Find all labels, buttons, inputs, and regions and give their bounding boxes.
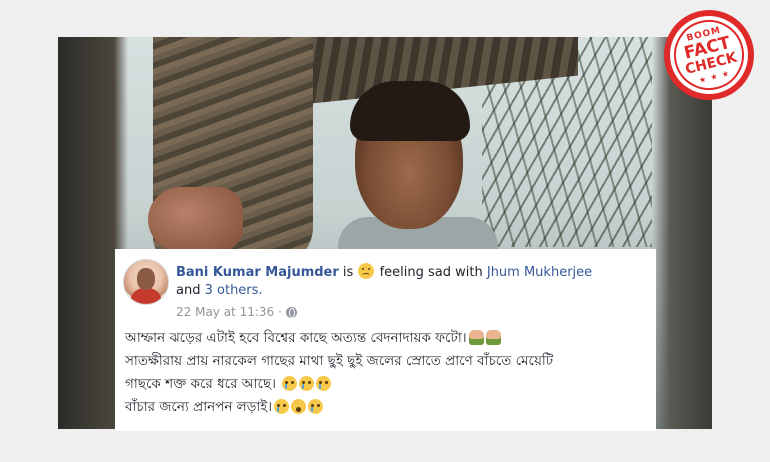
facebook-post-card: Bani Kumar Majumder is feeling sad with … [115, 249, 656, 431]
photo-child-hair [350, 81, 470, 141]
sad-face-icon [358, 263, 375, 279]
post-timestamp-link[interactable]: 22 May at 11:36 [176, 305, 274, 319]
post-line-1: আম্ফান ঝড়ের এটাই হবে বিশ্বের কাছে অত্যন… [125, 327, 650, 350]
globe-icon[interactable] [286, 306, 297, 318]
stamp-fact-text: FACT [682, 32, 733, 64]
crying-face-icon [299, 376, 315, 391]
avatar-shirt [130, 288, 162, 304]
feeling-text: feeling sad with [379, 265, 483, 280]
author-avatar[interactable] [123, 259, 169, 305]
stamp-stars: ★ ★ ★ [697, 68, 731, 85]
post-line-2: সাতক্ষীরায় প্রায় নারকেল গাছের মাথা ছুই… [125, 353, 554, 369]
loudly-crying-face-icon [291, 399, 307, 414]
meta-separator: · [278, 305, 282, 319]
post-body: আম্ফান ঝড়ের এটাই হবে বিশ্বের কাছে অত্যন… [125, 327, 650, 419]
tagged-friend-link[interactable]: Jhum Mukherjee [487, 265, 592, 280]
crying-face-icon [282, 376, 298, 391]
post-header: Bani Kumar Majumder is feeling sad with … [176, 263, 646, 300]
post-line-4: বাঁচার জন্যে প্রানপন লড়াই। [125, 396, 650, 419]
disappointed-face-icon [308, 399, 324, 414]
is-text: is [342, 265, 354, 280]
post-meta: 22 May at 11:36 · [176, 305, 297, 319]
avatar-face [137, 268, 155, 290]
others-link[interactable]: 3 others. [205, 283, 263, 298]
post-line-3: গাছকে শক্ত করে ধরে আছে। [125, 373, 650, 396]
disappointed-face-icon [274, 399, 290, 414]
facepalm-icon [468, 330, 484, 345]
facepalm-icon [485, 330, 501, 345]
and-text: and [176, 283, 201, 298]
photo-child-hand [148, 187, 243, 252]
stamp-brand: BOOM [685, 25, 723, 44]
crying-face-icon [316, 376, 332, 391]
stamp-check-text: CHECK [683, 49, 739, 78]
author-name-link[interactable]: Bani Kumar Majumder [176, 265, 339, 280]
